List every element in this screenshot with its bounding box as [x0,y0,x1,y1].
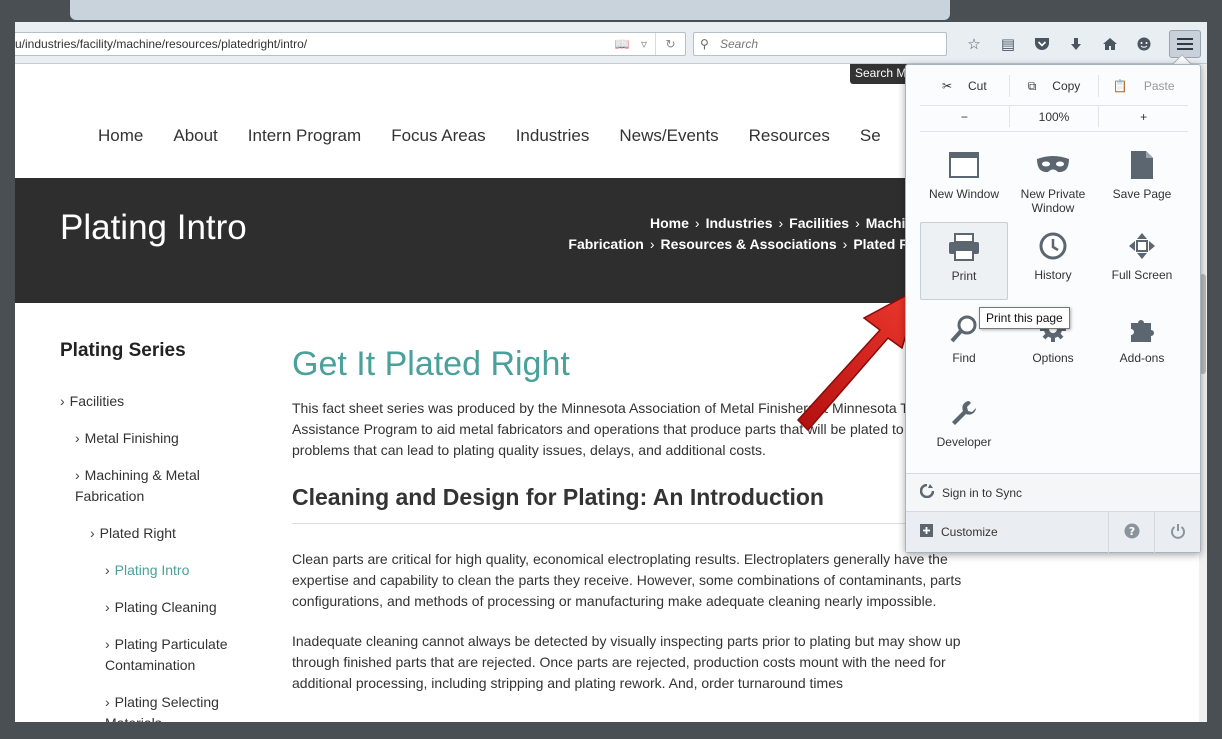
sidebar-heading: Plating Series [60,340,186,361]
nav-intern-program[interactable]: Intern Program [248,126,361,146]
magnifier-icon [946,311,982,347]
nav-resources[interactable]: Resources [749,126,830,146]
save-page-icon [1124,147,1160,183]
new-private-window-button[interactable]: New Private Window [1009,141,1097,219]
fullscreen-icon [1124,228,1160,264]
print-tooltip: Print this page [979,307,1070,329]
hello-chat-icon[interactable] [1127,32,1161,56]
inspection-paragraph: Inadequate cleaning cannot always be det… [292,633,961,691]
nav-about[interactable]: About [173,126,217,146]
copy-button[interactable]: ⧉ Copy [1010,75,1100,97]
nav-focus-areas[interactable]: Focus Areas [391,126,486,146]
cleaning-paragraph: Clean parts are critical for high qualit… [292,551,962,609]
print-button[interactable]: Print [920,222,1008,300]
menu-footer: Customize ? [906,511,1200,553]
breadcrumb-resources[interactable]: Resources & Associations [661,236,837,252]
nav-news-events[interactable]: News/Events [619,126,718,146]
breadcrumb-facilities[interactable]: Facilities [789,215,849,231]
clock-icon [1035,228,1071,264]
sidebar-item-plated-right[interactable]: › Plated Right [90,523,176,544]
scissors-icon: ✂ [941,79,953,93]
breadcrumb-fabrication[interactable]: Fabrication [568,236,643,252]
printer-icon [946,229,982,265]
section-divider [292,523,972,524]
sidebar-item-selecting-materials[interactable]: ›Plating Selecting Materials [105,692,255,722]
search-input[interactable]: ⚲ Search [693,32,947,56]
nav-industries[interactable]: Industries [516,126,590,146]
quit-button[interactable] [1154,511,1200,553]
puzzle-piece-icon [1124,311,1160,347]
search-icon: ⚲ [700,37,709,51]
cut-button[interactable]: ✂ Cut [920,75,1010,97]
zoom-in-button[interactable]: + [1099,106,1188,127]
breadcrumb-industries[interactable]: Industries [706,215,773,231]
sidebar-item-metal-finishing[interactable]: › Metal Finishing [75,428,179,449]
help-icon: ? [1124,523,1140,542]
sidebar: Plating Series [60,340,260,390]
pocket-icon[interactable] [1025,32,1059,56]
paste-button[interactable]: 📋 Paste [1099,75,1188,97]
sign-in-sync-button[interactable]: Sign in to Sync [906,473,1200,511]
zoom-reset-button[interactable]: 100% [1010,106,1100,127]
reload-icon[interactable]: ↻ [655,33,685,55]
navigation-toolbar: u/industries/facility/machine/resources/… [15,22,1207,64]
open-menu-button[interactable] [1169,30,1201,58]
nav-home[interactable]: Home [98,126,143,146]
bookmarks-menu-icon[interactable]: ▤ [991,32,1025,56]
menu-divider [920,131,1188,132]
breadcrumb: Home › Industries › Facilities › Machining Fab… [568,215,935,252]
zoom-controls: − 100% + [920,105,1188,127]
sidebar-item-plating-intro[interactable]: › Plating Intro [105,560,189,581]
downloads-icon[interactable] [1059,32,1093,56]
full-screen-button[interactable]: Full Screen [1098,222,1186,300]
new-window-button[interactable]: New Window [920,141,1008,219]
plus-square-icon [920,524,933,540]
copy-icon: ⧉ [1027,78,1037,93]
tab-strip [70,0,950,20]
history-button[interactable]: History [1009,222,1097,300]
window-icon [946,147,982,183]
help-button[interactable]: ? [1108,511,1154,553]
private-mask-icon [1035,147,1071,183]
power-icon [1170,523,1186,542]
home-icon[interactable] [1093,32,1127,56]
sync-icon [919,483,935,501]
clipboard-icon: 📋 [1112,79,1128,93]
nav-services[interactable]: Se [860,126,881,146]
url-text: u/industries/facility/machine/resources/… [15,37,308,51]
section-heading: Cleaning and Design for Plating: An Intr… [292,484,824,510]
developer-button[interactable]: Developer [920,389,1008,467]
breadcrumb-home[interactable]: Home [650,215,689,231]
dropdown-history-icon[interactable]: ▿ [633,33,655,55]
page-title: Plating Intro [60,208,247,247]
customize-button[interactable]: Customize [906,524,1108,540]
svg-text:?: ? [1128,525,1134,538]
save-page-button[interactable]: Save Page [1098,141,1186,219]
bookmark-star-icon[interactable]: ☆ [957,32,991,56]
sidebar-item-machining[interactable]: › Machining & Metal Fabrication [75,465,235,507]
sidebar-item-particulate[interactable]: › Plating Particulate Contamination [105,634,255,676]
main-nav: Home About Intern Program Focus Areas In… [98,126,911,146]
zoom-out-button[interactable]: − [920,106,1010,127]
url-bar[interactable]: u/industries/facility/machine/resources/… [15,32,686,56]
edit-controls: ✂ Cut ⧉ Copy 📋 Paste [920,75,1188,97]
wrench-icon [946,395,982,431]
sidebar-item-facilities[interactable]: › Facilities [60,391,124,412]
addons-button[interactable]: Add-ons [1098,305,1186,383]
title-bar [15,0,1207,22]
sidebar-item-plating-cleaning[interactable]: › Plating Cleaning [105,597,217,618]
reader-view-icon[interactable]: 📖 [611,33,633,55]
search-placeholder: Search [720,37,759,51]
